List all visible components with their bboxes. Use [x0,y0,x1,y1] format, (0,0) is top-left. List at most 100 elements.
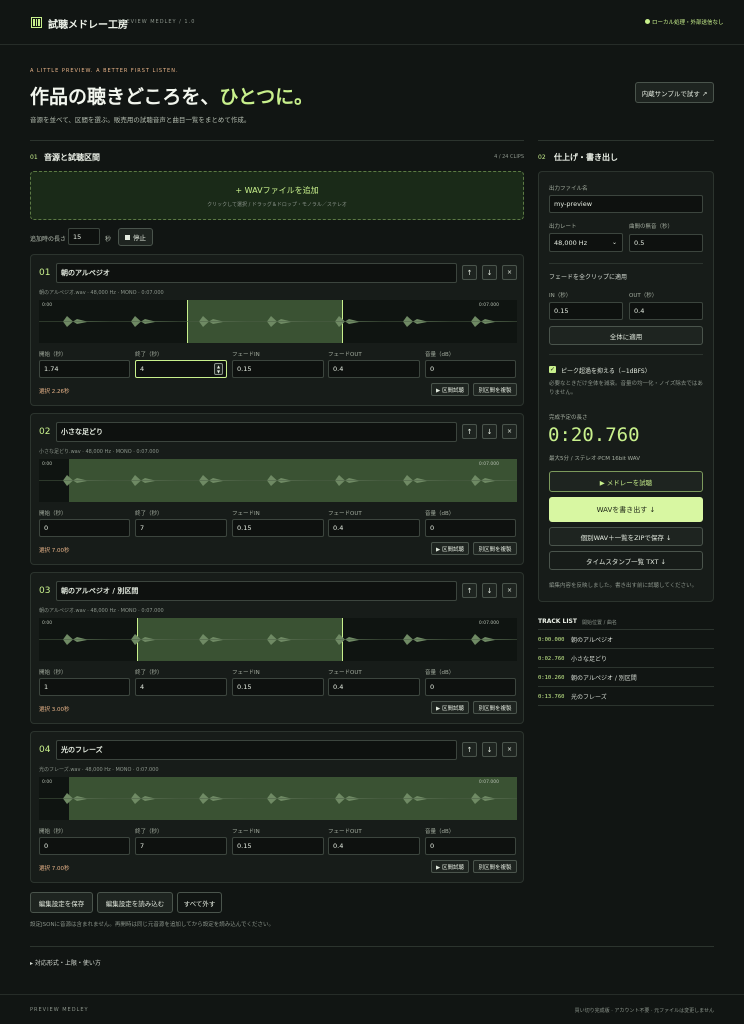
clip-title-input[interactable]: 朝のアルペジオ / 別区間 [56,581,457,601]
preview-range-button[interactable]: ▶ 区間試聴 [431,542,469,555]
field-label-fade_out: フェードOUT [328,670,362,676]
track-name: 光のフレーズ [571,694,607,701]
gap-label: 曲間の無音（秒） [629,224,674,230]
hero-eyebrow: A LITTLE PREVIEW. A BETTER FIRST LISTEN. [30,68,179,74]
field-label-start: 開始（秒） [39,670,67,676]
fade-out-all-input[interactable]: 0.4 [629,302,703,320]
field-end-input[interactable]: 7 [135,519,227,537]
move-up-button[interactable]: ↑ [462,583,477,598]
duplicate-range-button[interactable]: 別区間を複製 [473,542,517,555]
preview-medley-button[interactable]: ▶ メドレーを試聴 [549,471,703,492]
field-end-input[interactable]: 4 ▲ ▼ [135,360,227,378]
field-fade_out-input[interactable]: 0.4 [328,360,420,378]
duplicate-range-button[interactable]: 別区間を複製 [473,383,517,396]
move-down-button[interactable]: ↓ [482,583,497,598]
settings-note: 設定JSONに音源は含まれません。再開時は同じ元音源を追加してから設定を読み込ん… [30,922,274,928]
apply-all-button[interactable]: 全体に適用 [549,326,703,345]
footer-left: PREVIEW MEDLEY [30,1007,89,1013]
app-header: 試聴メドレー工房 PREVIEW MEDLEY / 1.0 ローカル処理・外部送… [0,0,744,45]
clip-number: 02 [39,427,51,437]
preview-range-button[interactable]: ▶ 区間試聴 [431,701,469,714]
field-label-end: 終了（秒） [135,829,163,835]
clip-title-input[interactable]: 朝のアルペジオ [56,263,457,283]
export-zip-button[interactable]: 個別WAV＋一覧をZIPで保存 ↓ [549,527,703,546]
field-start-input[interactable]: 1.74 [39,360,130,378]
field-fade_out-input[interactable]: 0.4 [328,519,420,537]
field-fade_out-input[interactable]: 0.4 [328,837,420,855]
chevron-down-icon: ⌄ [611,239,617,246]
add-length-input[interactable]: 15 [68,228,100,245]
stepper-icon[interactable]: ▲ ▼ [214,363,223,375]
field-fade_in-input[interactable]: 0.15 [232,519,324,537]
move-up-button[interactable]: ↑ [462,424,477,439]
field-fade_in-input[interactable]: 0.15 [232,678,324,696]
field-volume-input[interactable]: 0 [425,837,516,855]
clip-title-input[interactable]: 小さな足どり [56,422,457,442]
fade-in-all-input[interactable]: 0.15 [549,302,623,320]
selection-length: 選択 2.26秒 [39,389,70,395]
remove-clip-button[interactable]: × [502,742,517,757]
field-volume-input[interactable]: 0 [425,678,516,696]
selection-length: 選択 7.00秒 [39,548,70,554]
preview-range-button[interactable]: ▶ 区間試聴 [431,383,469,396]
details-toggle[interactable]: ▸ 対応形式・上限・使い方 [30,958,101,967]
waveform[interactable]: 0:00 0:07.000 [39,618,517,661]
clip-title-input[interactable]: 光のフレーズ [56,740,457,760]
load-settings-button[interactable]: 編集設定を読み込む [97,892,173,913]
field-fade_out-value: 0.4 [333,683,344,691]
duplicate-range-button[interactable]: 別区間を複製 [473,701,517,714]
field-start-input[interactable]: 0 [39,519,130,537]
save-settings-button[interactable]: 編集設定を保存 [30,892,93,913]
export-wav-button[interactable]: WAVを書き出す ↓ [549,497,703,522]
move-down-button[interactable]: ↓ [482,424,497,439]
waveform[interactable]: 0:00 0:07.000 [39,459,517,502]
rate-select[interactable]: 48,000 Hz ⌄ [549,233,623,252]
field-end-input[interactable]: 7 [135,837,227,855]
remove-clip-button[interactable]: × [502,265,517,280]
hero-title-accent: ひとつに。 [219,86,314,108]
field-label-fade_out: フェードOUT [328,352,362,358]
field-label-end: 終了（秒） [135,670,163,676]
track-list-item: 0:02.760 小さな足どり [538,650,714,668]
sample-button[interactable]: 内蔵サンプルで試す ↗ [635,82,714,103]
filename-input[interactable]: my-preview [549,195,703,213]
peak-note: 必要なときだけ全体を減衰。音量の均一化・ノイズ除去ではありません。 [549,381,703,396]
stop-button[interactable]: 停止 [118,228,153,246]
wave-time-end: 0:07.000 [478,780,499,785]
field-volume-input[interactable]: 0 [425,519,516,537]
field-fade_in-input[interactable]: 0.15 [232,360,324,378]
gap-input[interactable]: 0.5 [629,234,703,252]
clip-number: 03 [39,586,51,596]
field-label-fade_in: フェードIN [232,829,260,835]
field-start-input[interactable]: 0 [39,837,130,855]
close-icon: × [506,746,513,753]
waveform[interactable]: 0:00 0:07.000 [39,300,517,343]
remove-clip-button[interactable]: × [502,424,517,439]
waveform[interactable]: 0:00 0:07.000 [39,777,517,820]
arrow-up-icon: ↑ [466,586,473,595]
duplicate-range-button[interactable]: 別区間を複製 [473,860,517,873]
divider [30,946,714,947]
move-down-button[interactable]: ↓ [482,742,497,757]
file-dropzone[interactable]: + WAVファイルを追加 クリックして選択 / ドラッグ＆ドロップ・モノラル／ス… [30,171,524,220]
remove-clip-button[interactable]: × [502,583,517,598]
section-number: 01 [30,154,38,161]
divider [538,629,714,630]
move-up-button[interactable]: ↑ [462,742,477,757]
field-start-input[interactable]: 1 [39,678,130,696]
move-up-button[interactable]: ↑ [462,265,477,280]
waveform-shape [39,793,517,804]
field-fade_in-input[interactable]: 0.15 [232,837,324,855]
wave-time-end: 0:07.000 [478,303,499,308]
field-end-input[interactable]: 4 [135,678,227,696]
field-fade_out-input[interactable]: 0.4 [328,678,420,696]
length-note: 最大5分 / ステレオ·PCM 16bit WAV [549,456,640,462]
remove-all-button[interactable]: すべて外す [177,892,222,913]
peak-checkbox[interactable]: ✓ [549,366,556,373]
field-volume-input[interactable]: 0 [425,360,516,378]
hero-description: 音源を並べて、区間を選ぶ。販売用の試聴音声と曲目一覧をまとめて作成。 [30,116,251,124]
move-down-button[interactable]: ↓ [482,265,497,280]
length-label: 完成予定の長さ [549,415,588,421]
preview-range-button[interactable]: ▶ 区間試聴 [431,860,469,873]
timestamp-txt-button[interactable]: タイムスタンプ一覧 TXT ↓ [549,551,703,570]
